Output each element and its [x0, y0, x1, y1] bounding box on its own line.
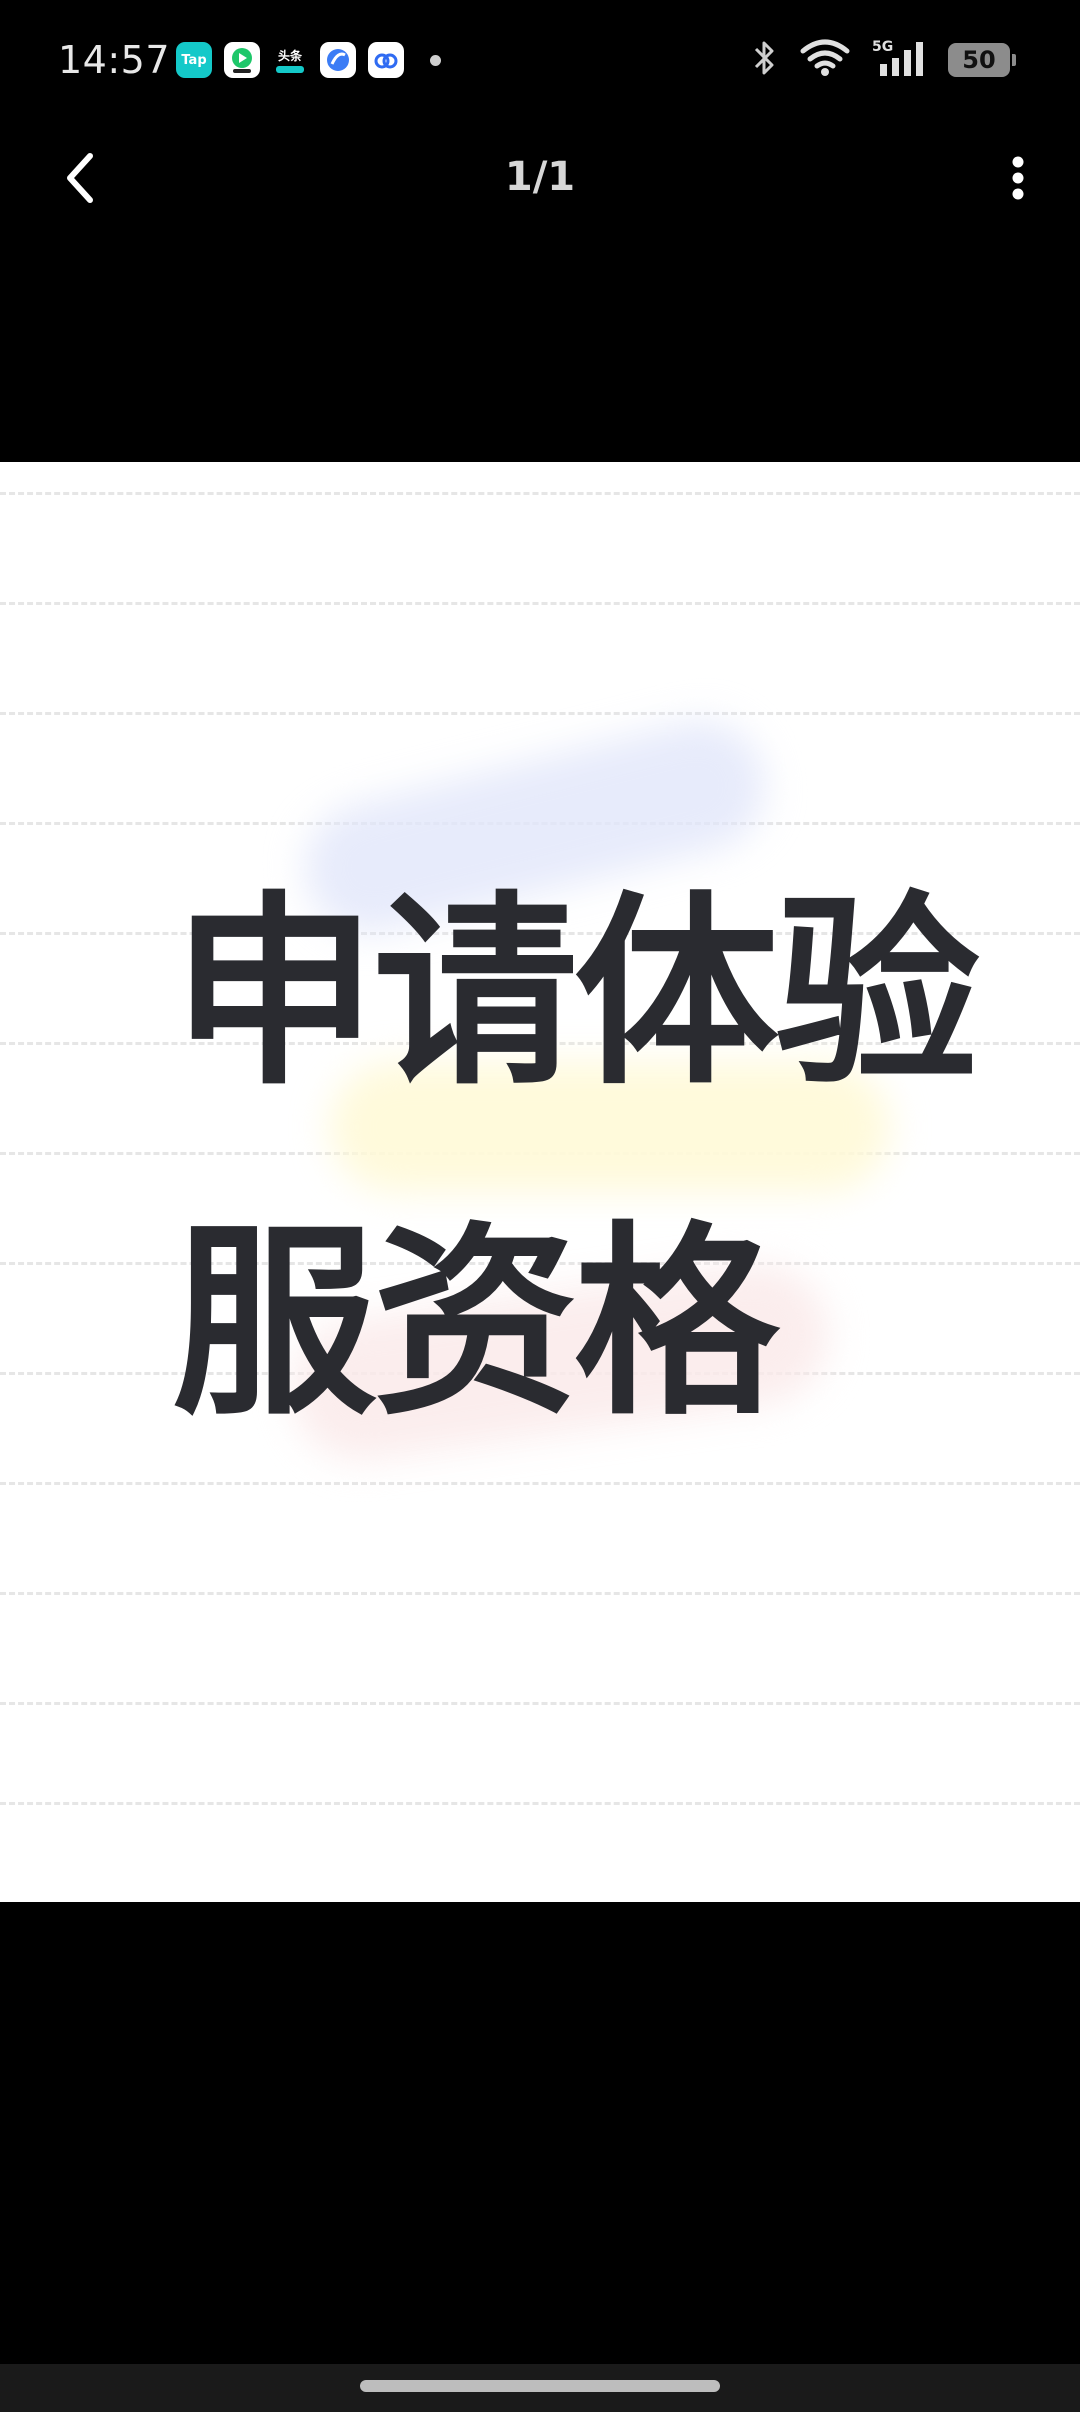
gesture-navigation-area [0, 2364, 1080, 2412]
bluetooth-icon [752, 39, 778, 81]
image-headline-line-2: 服资格 [172, 1205, 779, 1443]
wifi-icon [800, 39, 850, 81]
system-icons: 5G 50 [752, 38, 1016, 82]
notification-icons: Tap 头条 [176, 42, 441, 78]
more-options-button[interactable] [986, 146, 1050, 210]
viewed-image[interactable]: 申请体验 服资格 [0, 462, 1080, 1902]
cellular-signal-icon: 5G [872, 38, 926, 82]
battery-icon: 50 [948, 43, 1016, 77]
tap-app-icon: Tap [176, 42, 212, 78]
svg-text:头条: 头条 [278, 48, 303, 63]
cloud-app-icon [368, 42, 404, 78]
status-time: 14:57 [58, 38, 171, 82]
news-app-icon: 头条 [272, 42, 308, 78]
network-type-label: 5G [872, 39, 893, 55]
page-counter: 1/1 [504, 154, 576, 200]
more-vertical-icon [1012, 156, 1024, 200]
video-app-icon [224, 42, 260, 78]
more-notifications-dot [430, 54, 441, 66]
viewer-top-bar: 1/1 [0, 124, 1080, 234]
home-indicator[interactable] [360, 2380, 720, 2392]
status-bar: 14:57 Tap 头条 5G 50 [0, 0, 1080, 124]
tap-app-label: Tap [181, 52, 207, 68]
browser-app-icon [320, 42, 356, 78]
battery-level: 50 [962, 46, 996, 74]
image-headline-line-1: 申请体验 [172, 875, 980, 1113]
